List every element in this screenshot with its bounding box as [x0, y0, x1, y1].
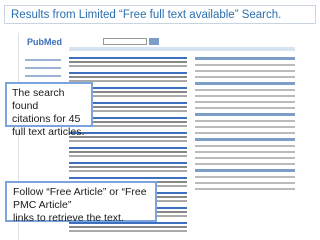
sidebar-section-header — [195, 57, 295, 60]
right-sidebar — [195, 57, 295, 194]
pubmed-logo[interactable]: PubMed — [27, 37, 62, 47]
slide-title: Results from Limited “Free full text ava… — [4, 5, 316, 24]
search-input[interactable] — [103, 38, 147, 45]
sidebar-section-header — [195, 82, 295, 85]
sidebar-section-header — [195, 113, 295, 116]
list-item[interactable] — [69, 162, 187, 172]
follow-links-callout: Follow “Free Article” or “Free PMC Artic… — [5, 181, 157, 224]
sidebar-section-header — [195, 138, 295, 141]
search-button[interactable] — [149, 38, 159, 45]
results-toolbar — [69, 47, 295, 51]
search-count-callout: The search found citations for 45 full t… — [5, 82, 93, 138]
list-item[interactable] — [69, 132, 187, 142]
list-item[interactable] — [69, 147, 187, 157]
list-item[interactable] — [69, 57, 187, 67]
sidebar-section-header — [195, 169, 295, 172]
filter-item[interactable] — [25, 59, 61, 61]
filter-item[interactable] — [25, 67, 61, 69]
list-item[interactable] — [69, 72, 187, 82]
filter-item[interactable] — [25, 75, 61, 77]
